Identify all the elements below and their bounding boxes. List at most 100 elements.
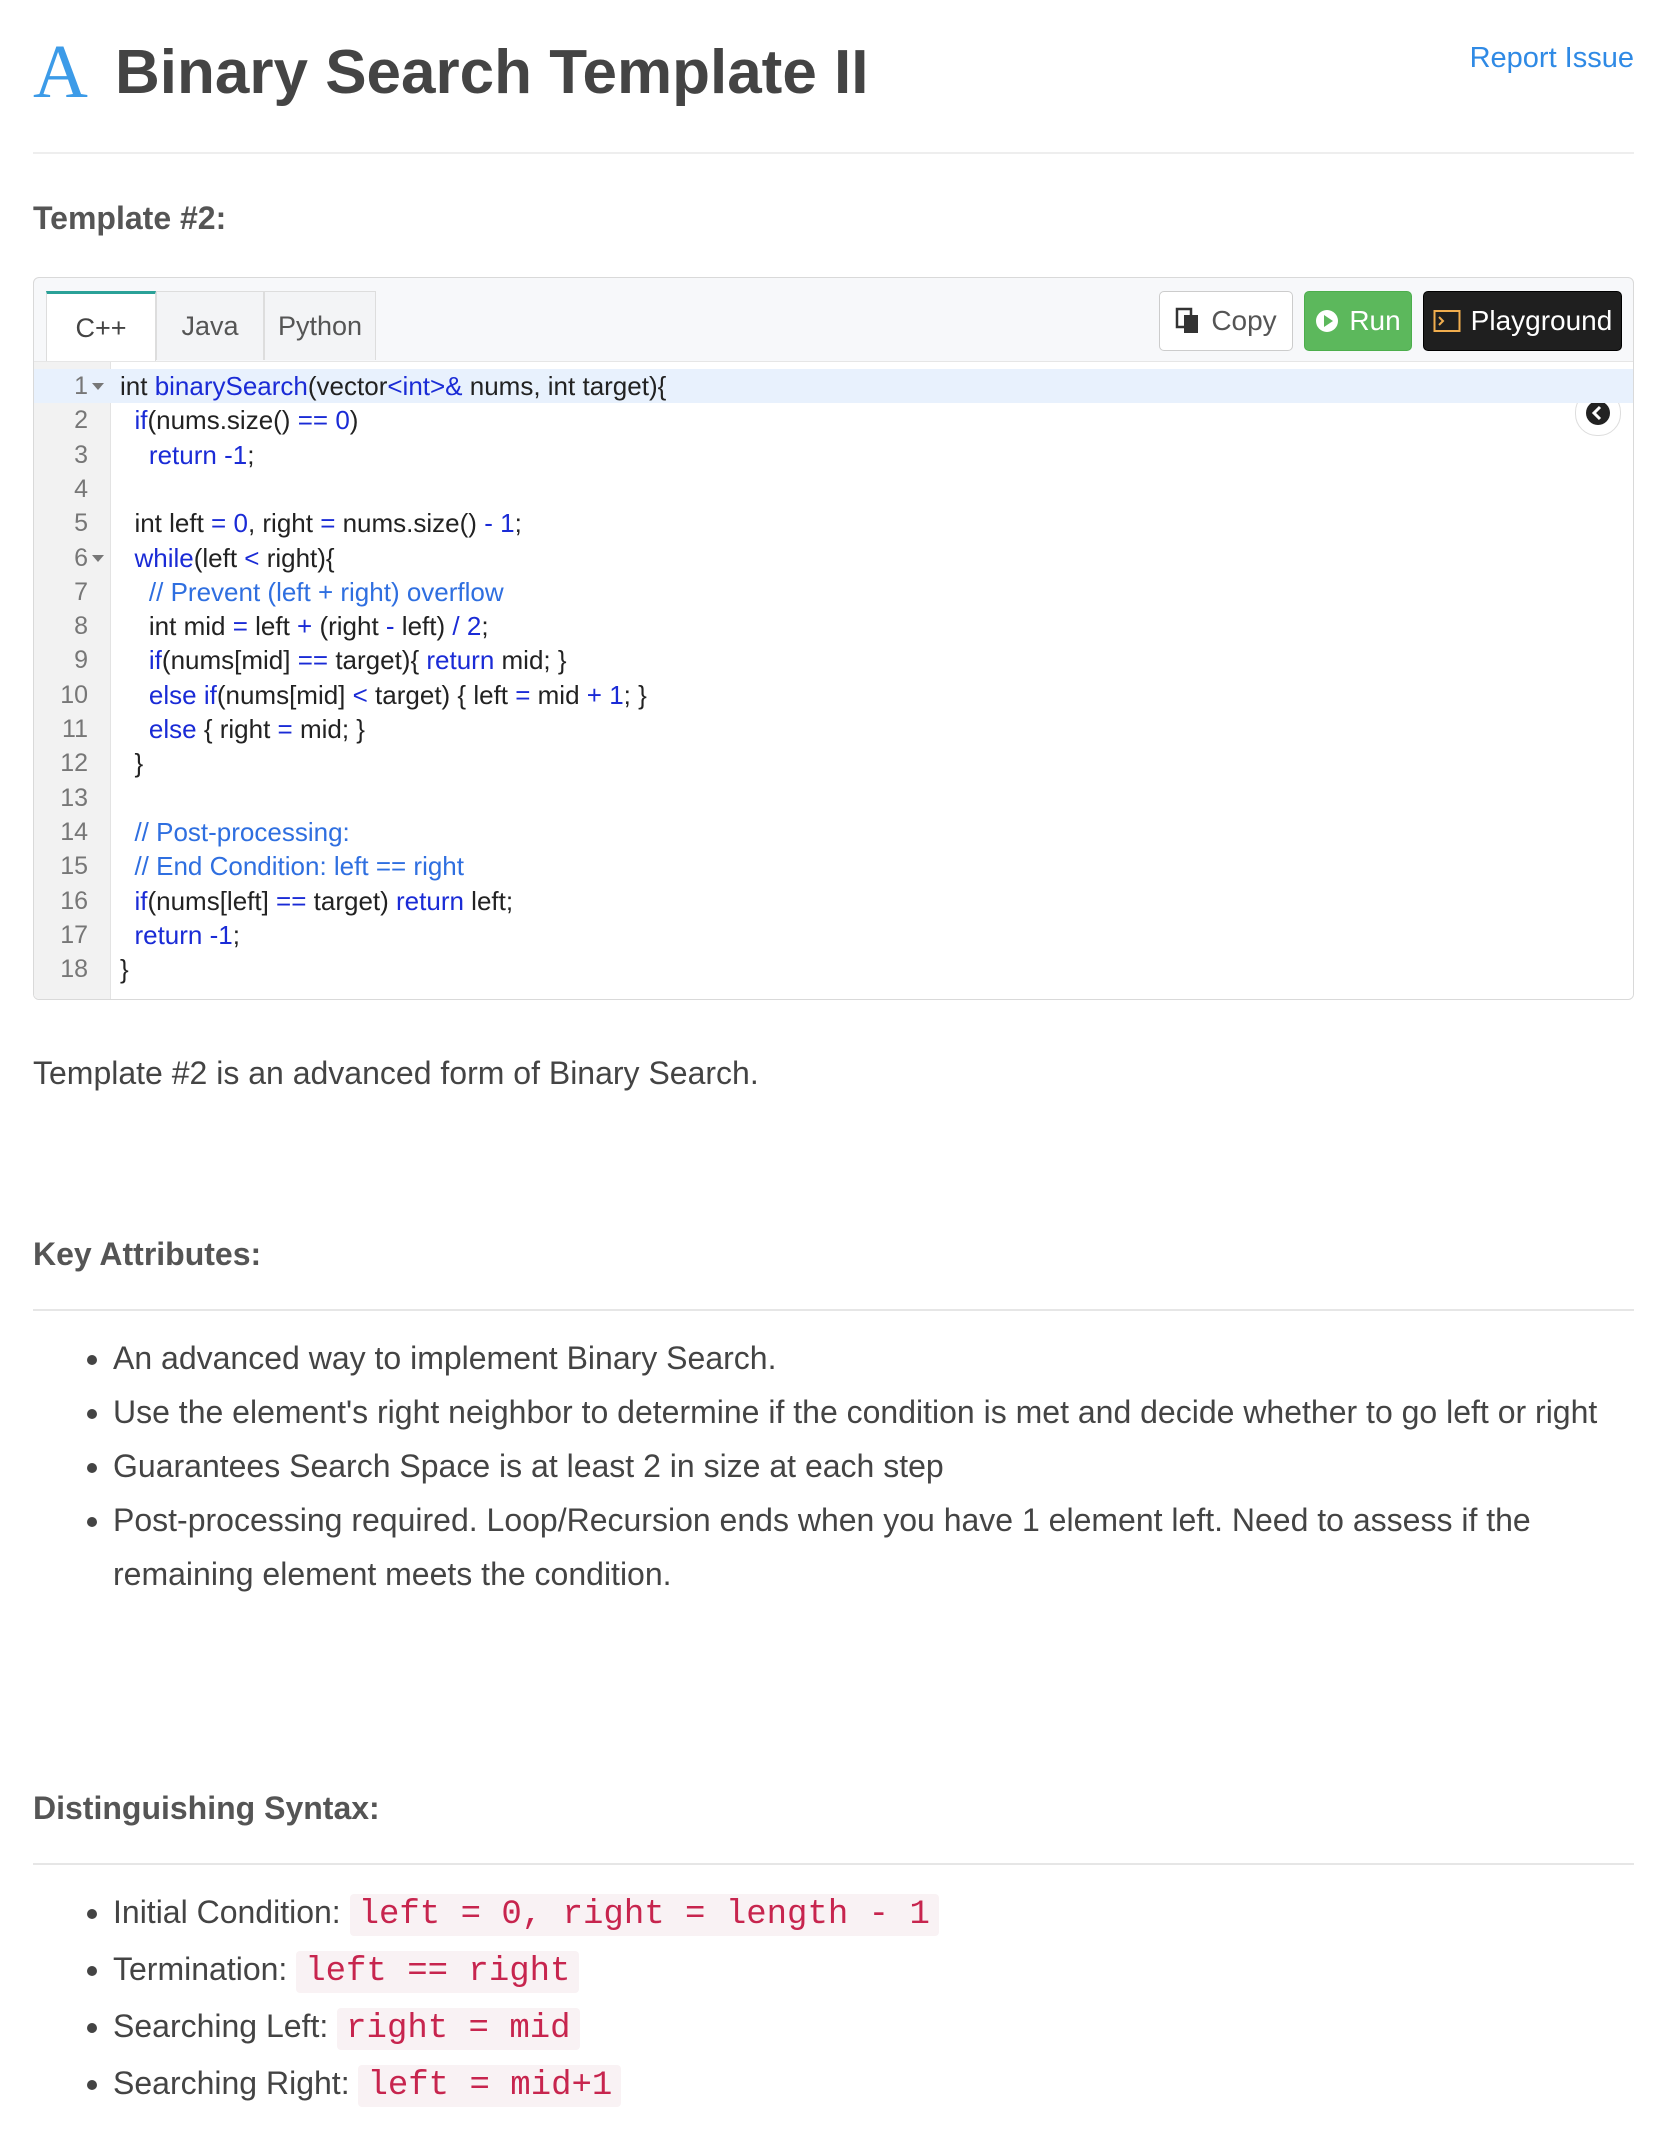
code-token: } [120, 954, 129, 985]
syntax-label: Initial Condition: [113, 1894, 350, 1930]
code-token: = [320, 508, 336, 539]
tab-java[interactable]: Java [156, 291, 264, 360]
code-token: ; [481, 611, 489, 642]
line-number: 9 [74, 646, 88, 675]
line-number: 15 [60, 852, 88, 881]
code-token: else if [148, 679, 217, 710]
code-token: 0 [335, 405, 350, 436]
inline-code: left = 0, right = length - 1 [349, 1894, 939, 1936]
code-token: // End Condition: left == right [134, 851, 464, 882]
report-issue-link[interactable]: Report Issue [1470, 42, 1634, 75]
code-line: 2 if(nums.size() == 0) [34, 403, 1633, 437]
run-button[interactable]: Run [1304, 291, 1412, 351]
code-text: int binarySearch(vector<int>& nums, int … [120, 369, 666, 403]
code-token: 1 [500, 508, 515, 539]
line-number: 2 [74, 406, 88, 435]
inline-code: left == right [296, 1951, 580, 1993]
code-line: 4 [34, 472, 1633, 506]
terminal-icon [1433, 310, 1461, 332]
code-line: 18} [34, 952, 1633, 986]
logo-icon: A [33, 30, 88, 114]
code-token: <int>& [387, 371, 463, 401]
line-number: 16 [60, 886, 88, 915]
tab-python[interactable]: Python [264, 291, 376, 360]
code-token: == [276, 885, 307, 916]
code-token: return [148, 439, 217, 470]
tab-cpp[interactable]: C++ [46, 291, 156, 362]
inline-code: left = mid+1 [358, 2065, 622, 2107]
code-line: 10 else if(nums[mid] < target) { left = … [34, 678, 1633, 712]
code-text: else { right = mid; } [120, 712, 365, 746]
line-number: 4 [74, 474, 88, 503]
line-number: 14 [60, 817, 88, 846]
line-number: 5 [74, 509, 88, 538]
code-token: return [396, 885, 464, 916]
code-line: 9 if(nums[mid] == target){ return mid; } [34, 643, 1633, 677]
code-line: 13 [34, 781, 1633, 815]
code-line: 11 else { right = mid; } [34, 712, 1633, 746]
code-token: if [134, 405, 148, 436]
code-line: 17 return -1; [34, 918, 1633, 952]
code-line: 15 // End Condition: left == right [34, 849, 1633, 883]
syntax-label: Searching Right: [113, 2065, 359, 2101]
list-item: Termination: left == right [113, 1942, 1603, 1999]
code-token: left; [463, 885, 514, 916]
code-token: == [297, 405, 329, 436]
code-token: + [586, 679, 602, 710]
inline-code: right = mid [337, 2008, 580, 2050]
copy-label: Copy [1211, 305, 1277, 336]
fold-arrow-icon[interactable] [92, 383, 104, 390]
code-text: if(nums.size() == 0) [120, 403, 358, 437]
code-line: 6 while(left < right){ [34, 541, 1633, 575]
code-token: ; [232, 919, 240, 950]
line-number: 6 [74, 543, 88, 572]
code-token: / [452, 611, 460, 642]
code-text: // Prevent (left + right) overflow [120, 575, 504, 609]
code-token: int mid [120, 611, 233, 642]
divider [33, 1309, 1634, 1311]
playground-button[interactable]: Playground [1423, 291, 1622, 351]
line-number: 12 [60, 749, 88, 778]
code-token: right){ [259, 542, 335, 573]
code-token: (right [312, 611, 386, 642]
code-text: else if(nums[mid] < target) { left = mid… [120, 678, 647, 712]
run-label: Run [1349, 305, 1401, 336]
code-token: -1 [209, 919, 233, 950]
syntax-heading: Distinguishing Syntax: [33, 1790, 380, 1826]
list-item: Post-processing required. Loop/Recursion… [113, 1493, 1603, 1601]
code-token: target){ [328, 645, 427, 676]
code-editor[interactable]: 1 int binarySearch(vector<int>& nums, int… [34, 361, 1633, 999]
code-token: = [515, 679, 531, 710]
code-token: if [134, 885, 148, 916]
code-text: } [120, 746, 143, 780]
code-token: return [426, 645, 495, 676]
code-token: -1 [224, 439, 248, 470]
code-token: ) [349, 405, 359, 436]
key-attributes-list: An advanced way to implement Binary Sear… [33, 1331, 1603, 1601]
code-token: (vector [307, 371, 388, 401]
copy-button[interactable]: Copy [1159, 291, 1293, 351]
fold-arrow-icon[interactable] [92, 554, 104, 562]
code-token: else [148, 714, 197, 744]
header: A Binary Search Template II Report Issue [33, 0, 1634, 154]
code-token: (left [193, 542, 245, 573]
divider [33, 1863, 1634, 1865]
line-number: 17 [60, 920, 88, 949]
copy-icon [1176, 307, 1199, 333]
code-token: = [211, 508, 227, 539]
key-attributes-heading: Key Attributes: [33, 1236, 262, 1272]
line-number: 1 [74, 372, 88, 400]
code-token: < [352, 679, 368, 710]
playground-label: Playground [1470, 305, 1613, 336]
code-token: < [244, 542, 260, 573]
code-token: return [134, 919, 203, 950]
intro-text: Template #2 is an advanced form of Binar… [33, 1055, 759, 1091]
